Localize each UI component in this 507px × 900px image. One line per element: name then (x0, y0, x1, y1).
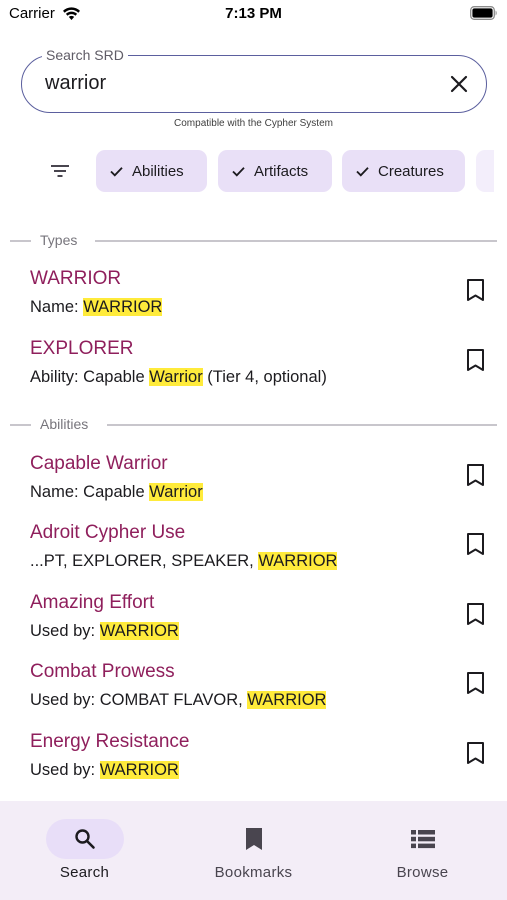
list-icon (411, 830, 435, 849)
match-highlight: Warrior (149, 483, 203, 501)
bookmark-icon[interactable] (466, 671, 485, 695)
list-item[interactable]: WARRIOR Name: WARRIOR (0, 268, 507, 330)
result-title: Capable Warrior (30, 453, 168, 474)
list-item[interactable]: EXPLORER Ability: Capable Warrior (Tier … (0, 338, 507, 400)
nav-browse[interactable]: Browse (338, 801, 507, 900)
bookmark-icon[interactable] (466, 278, 485, 302)
nav-indicator (215, 819, 293, 859)
result-title: EXPLORER (30, 338, 134, 359)
bookmark-icon (246, 828, 262, 850)
divider (10, 240, 31, 242)
result-snippet: Used by: WARRIOR (30, 622, 179, 640)
bookmark-icon[interactable] (466, 602, 485, 626)
bookmark-icon[interactable] (466, 463, 485, 487)
search-field[interactable]: Search SRD warrior (21, 46, 487, 113)
list-item[interactable]: Energy Resistance Used by: WARRIOR (0, 731, 507, 793)
match-highlight: WARRIOR (258, 552, 338, 570)
result-title: Combat Prowess (30, 661, 175, 682)
match-highlight: Warrior (149, 368, 203, 386)
bookmark-icon[interactable] (466, 532, 485, 556)
list-item[interactable]: Combat Prowess Used by: COMBAT FLAVOR, W… (0, 661, 507, 723)
chip-more[interactable] (476, 150, 494, 192)
nav-label: Browse (396, 864, 449, 881)
filter-row: Abilities Artifacts Creatures (0, 150, 507, 192)
check-icon (110, 166, 123, 177)
match-highlight: WARRIOR (247, 691, 327, 709)
chip-label: Abilities (132, 162, 184, 180)
list-item[interactable]: Adroit Cypher Use ...PT, EXPLORER, SPEAK… (0, 522, 507, 584)
section-title: Abilities (40, 416, 89, 432)
status-bar: Carrier 7:13 PM (0, 0, 507, 30)
result-title: Adroit Cypher Use (30, 522, 186, 543)
bottom-navigation: Search Bookmarks Browse (0, 801, 507, 900)
chip-creatures[interactable]: Creatures (342, 150, 465, 192)
nav-bookmarks[interactable]: Bookmarks (169, 801, 338, 900)
chip-label: Artifacts (254, 162, 309, 180)
section-title: Types (40, 232, 78, 248)
chip-label: Creatures (378, 162, 444, 180)
divider (95, 240, 497, 242)
nav-search[interactable]: Search (0, 801, 169, 900)
nav-label: Bookmarks (214, 864, 293, 881)
result-snippet: Ability: Capable Warrior (Tier 4, option… (30, 368, 327, 386)
divider (10, 424, 31, 426)
bookmark-icon[interactable] (466, 741, 485, 765)
search-input[interactable]: warrior (45, 72, 106, 95)
divider (107, 424, 497, 426)
result-snippet: Name: WARRIOR (30, 298, 163, 316)
check-icon (356, 166, 369, 177)
result-title: Energy Resistance (30, 731, 190, 752)
chip-abilities[interactable]: Abilities (96, 150, 207, 192)
list-item[interactable]: Amazing Effort Used by: WARRIOR (0, 592, 507, 654)
clock: 7:13 PM (225, 5, 282, 22)
result-snippet: Used by: WARRIOR (30, 761, 179, 779)
result-snippet: Name: Capable Warrior (30, 483, 203, 501)
nav-indicator (46, 819, 124, 859)
list-item[interactable]: Capable Warrior Name: Capable Warrior (0, 453, 507, 515)
bookmark-icon[interactable] (466, 348, 485, 372)
result-title: Amazing Effort (30, 592, 155, 613)
filter-icon[interactable] (48, 161, 72, 181)
match-highlight: WARRIOR (99, 622, 179, 640)
battery-icon (470, 6, 497, 20)
filter-chips: Abilities Artifacts Creatures (96, 150, 494, 192)
result-snippet: Used by: COMBAT FLAVOR, WARRIOR (30, 691, 327, 709)
nav-indicator (384, 819, 462, 859)
search-label: Search SRD (42, 46, 128, 64)
chip-artifacts[interactable]: Artifacts (218, 150, 332, 192)
close-icon[interactable] (448, 73, 470, 95)
section-header-types: Types (0, 231, 507, 249)
match-highlight: WARRIOR (83, 298, 163, 316)
nav-label: Search (59, 864, 110, 881)
match-highlight: WARRIOR (99, 761, 179, 779)
section-header-abilities: Abilities (0, 415, 507, 433)
result-title: WARRIOR (30, 268, 122, 289)
result-snippet: ...PT, EXPLORER, SPEAKER, WARRIOR (30, 552, 338, 570)
compatibility-note: Compatible with the Cypher System (174, 118, 333, 129)
search-icon (75, 829, 95, 849)
check-icon (232, 166, 245, 177)
